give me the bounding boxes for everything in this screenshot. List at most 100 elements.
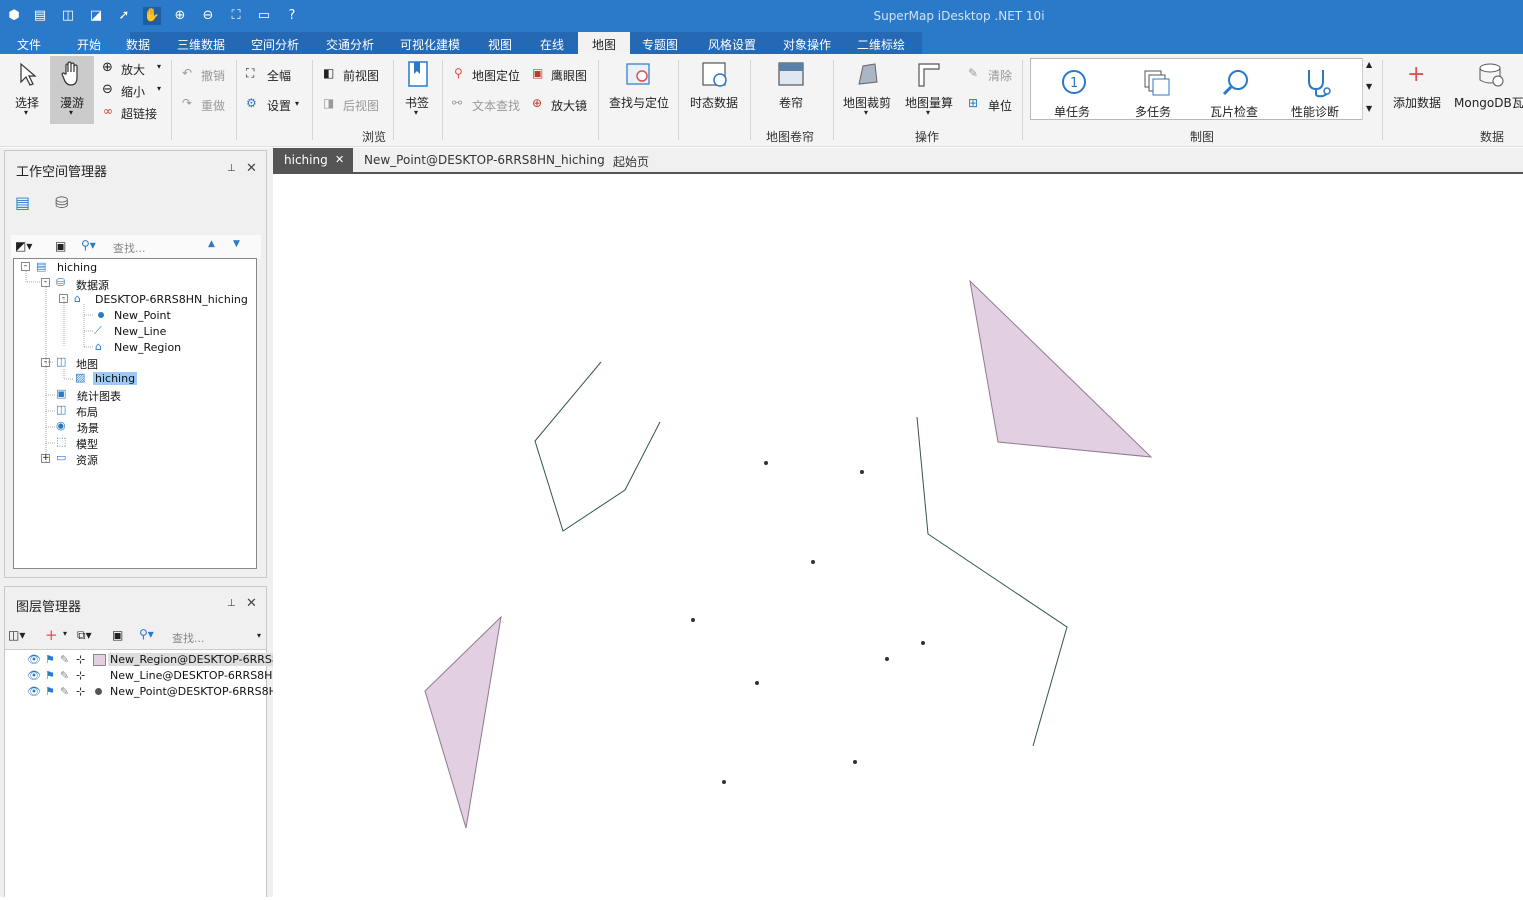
map-locate-button[interactable]: 地图定位 bbox=[472, 67, 520, 84]
select-arrow-icon[interactable] bbox=[18, 62, 38, 88]
tile-check-button[interactable]: 瓦片检查 bbox=[1210, 103, 1258, 120]
mongodb-tile-button[interactable]: MongoDB瓦片 bbox=[1454, 94, 1523, 111]
visible-icon[interactable]: 👁 bbox=[27, 669, 41, 682]
tree-dataset-region[interactable]: New_Region bbox=[114, 341, 181, 354]
close-icon[interactable]: ✕ bbox=[246, 161, 257, 176]
add-data-icon[interactable]: + bbox=[1407, 62, 1425, 87]
tree-dataset-point[interactable]: New_Point bbox=[114, 309, 171, 322]
zoom-in-icon[interactable]: ⊕ bbox=[102, 60, 113, 75]
layer-name[interactable]: New_Point@DESKTOP-6RRS8H bbox=[110, 685, 277, 698]
swipe-button[interactable]: 卷帘 bbox=[779, 94, 803, 111]
tree-workspace-root[interactable]: hiching bbox=[57, 261, 97, 274]
unit-button[interactable]: 单位 bbox=[988, 97, 1012, 114]
datasource-tab-icon[interactable]: ⛁ bbox=[55, 193, 68, 212]
tab-hiching[interactable]: hiching ✕ bbox=[273, 148, 353, 174]
next-view-icon[interactable]: ◨ bbox=[323, 96, 334, 110]
line-feature[interactable] bbox=[534, 361, 661, 532]
snap-icon[interactable]: ⊹ bbox=[76, 669, 85, 682]
magnifier-button[interactable]: 放大镜 bbox=[551, 97, 587, 114]
open-workspace-icon[interactable]: ◩▾ bbox=[15, 239, 32, 253]
editable-icon[interactable]: ✎ bbox=[60, 669, 69, 682]
hyperlink-button[interactable]: 超链接 bbox=[121, 105, 157, 122]
full-extent-button[interactable]: 全幅 bbox=[267, 67, 291, 84]
map-measure-icon[interactable] bbox=[915, 60, 943, 90]
workspace-search-input[interactable]: 查找... bbox=[113, 240, 146, 256]
layer-search-input[interactable]: 查找... bbox=[172, 630, 205, 646]
expand-icon[interactable]: - bbox=[59, 294, 68, 303]
snap-icon[interactable]: ⊹ bbox=[76, 685, 85, 698]
gallery-scrollbar[interactable]: ▲ ▼ ▼ bbox=[1362, 58, 1376, 120]
scroll-up-icon[interactable]: ▲ bbox=[208, 239, 215, 249]
undo-button[interactable]: 撤销 bbox=[201, 67, 225, 84]
layer-row[interactable]: 👁 ⚑ ✎ ⊹ New_Region@DESKTOP-6RRS8 bbox=[5, 653, 281, 669]
text-find-icon[interactable]: ⚯ bbox=[452, 96, 462, 110]
region-feature[interactable] bbox=[969, 279, 1153, 458]
tree-maps[interactable]: 地图 bbox=[76, 356, 98, 372]
temporal-data-button[interactable]: 时态数据 bbox=[690, 94, 738, 111]
layer-row[interactable]: 👁 ⚑ ✎ ⊹ New_Point@DESKTOP-6RRS8H bbox=[5, 685, 277, 701]
expand-icon[interactable]: - bbox=[41, 278, 50, 287]
pin-icon[interactable]: ⊥ bbox=[227, 598, 236, 609]
tree-resources[interactable]: 资源 bbox=[76, 452, 98, 468]
expand-icon[interactable]: - bbox=[21, 262, 30, 271]
pan-dropdown-icon[interactable]: ▾ bbox=[69, 108, 73, 117]
map-clip-icon[interactable] bbox=[855, 60, 881, 90]
add-layer-icon[interactable]: + bbox=[45, 626, 58, 644]
magnifier-icon[interactable]: ⊕ bbox=[532, 96, 542, 110]
layer-style-icon[interactable]: ◫▾ bbox=[8, 628, 25, 642]
tree-map-hiching[interactable]: hiching bbox=[93, 372, 138, 385]
prev-view-icon[interactable]: ◧ bbox=[323, 66, 334, 80]
tree-datasources[interactable]: 数据源 bbox=[76, 277, 109, 293]
selectable-icon[interactable]: ⚑ bbox=[45, 669, 55, 682]
point-feature[interactable] bbox=[921, 641, 925, 645]
settings-icon[interactable]: ⚙ bbox=[246, 96, 257, 110]
editable-icon[interactable]: ✎ bbox=[60, 653, 69, 666]
point-feature[interactable] bbox=[885, 657, 889, 661]
editable-icon[interactable]: ✎ bbox=[60, 685, 69, 698]
redo-icon[interactable]: ↷ bbox=[182, 96, 192, 110]
add-data-button[interactable]: 添加数据 bbox=[1393, 94, 1441, 111]
clear-button[interactable]: 清除 bbox=[988, 67, 1012, 84]
hyperlink-icon[interactable]: ∞ bbox=[103, 104, 113, 118]
menu-3d-data[interactable]: 三维数据 bbox=[177, 36, 225, 53]
mongodb-tile-icon[interactable] bbox=[1476, 60, 1506, 90]
find-locate-button[interactable]: 查找与定位 bbox=[609, 94, 669, 111]
selectable-icon[interactable]: ⚑ bbox=[45, 653, 55, 666]
menu-data[interactable]: 数据 bbox=[126, 36, 150, 53]
menu-start[interactable]: 开始 bbox=[77, 36, 101, 53]
bookmark-icon[interactable] bbox=[406, 60, 430, 88]
pin-icon[interactable]: ⊥ bbox=[227, 163, 236, 174]
clear-icon[interactable]: ✎ bbox=[968, 66, 978, 80]
bookmark-dropdown-icon[interactable]: ▾ bbox=[414, 108, 418, 117]
settings-dropdown-icon[interactable]: ▾ bbox=[295, 99, 299, 108]
next-view-button[interactable]: 后视图 bbox=[343, 97, 379, 114]
line-feature[interactable] bbox=[916, 416, 1068, 747]
point-feature[interactable] bbox=[755, 681, 759, 685]
workspace-tab-icon[interactable]: ▤ bbox=[15, 193, 30, 212]
layer-name[interactable]: New_Region@DESKTOP-6RRS8 bbox=[108, 653, 281, 666]
unit-icon[interactable]: ⊞ bbox=[968, 96, 978, 110]
tab-new-point[interactable]: New_Point@DESKTOP-6RRS8HN_hiching bbox=[364, 153, 605, 167]
visible-icon[interactable]: 👁 bbox=[27, 685, 41, 698]
tree-models[interactable]: 模型 bbox=[76, 436, 98, 452]
expand-icon[interactable]: - bbox=[41, 358, 50, 367]
map-locate-icon[interactable]: ⚲ bbox=[454, 66, 463, 80]
visible-icon[interactable]: 👁 bbox=[27, 653, 41, 666]
tree-datasource[interactable]: DESKTOP-6RRS8HN_hiching bbox=[95, 293, 248, 306]
layer-group-icon[interactable]: ⧉▾ bbox=[77, 628, 92, 643]
tree-dataset-line[interactable]: New_Line bbox=[114, 325, 166, 338]
swipe-icon[interactable] bbox=[777, 60, 805, 90]
layer-props-icon[interactable]: ▣ bbox=[112, 628, 123, 642]
menu-online[interactable]: 在线 bbox=[540, 36, 564, 53]
prev-view-button[interactable]: 前视图 bbox=[343, 67, 379, 84]
single-task-button[interactable]: 单任务 bbox=[1054, 103, 1090, 120]
zoom-out-icon[interactable]: ⊖ bbox=[102, 82, 113, 97]
tree-layouts[interactable]: 布局 bbox=[76, 404, 98, 420]
map-clip-dropdown-icon[interactable]: ▾ bbox=[864, 108, 868, 117]
menu-view[interactable]: 视图 bbox=[488, 36, 512, 53]
tile-check-icon[interactable] bbox=[1221, 67, 1253, 99]
properties-icon[interactable]: ▣ bbox=[55, 239, 66, 253]
temporal-data-icon[interactable] bbox=[700, 60, 730, 90]
tab-start-page[interactable]: 起始页 bbox=[613, 153, 649, 170]
menu-map[interactable]: 地图 bbox=[578, 32, 630, 54]
